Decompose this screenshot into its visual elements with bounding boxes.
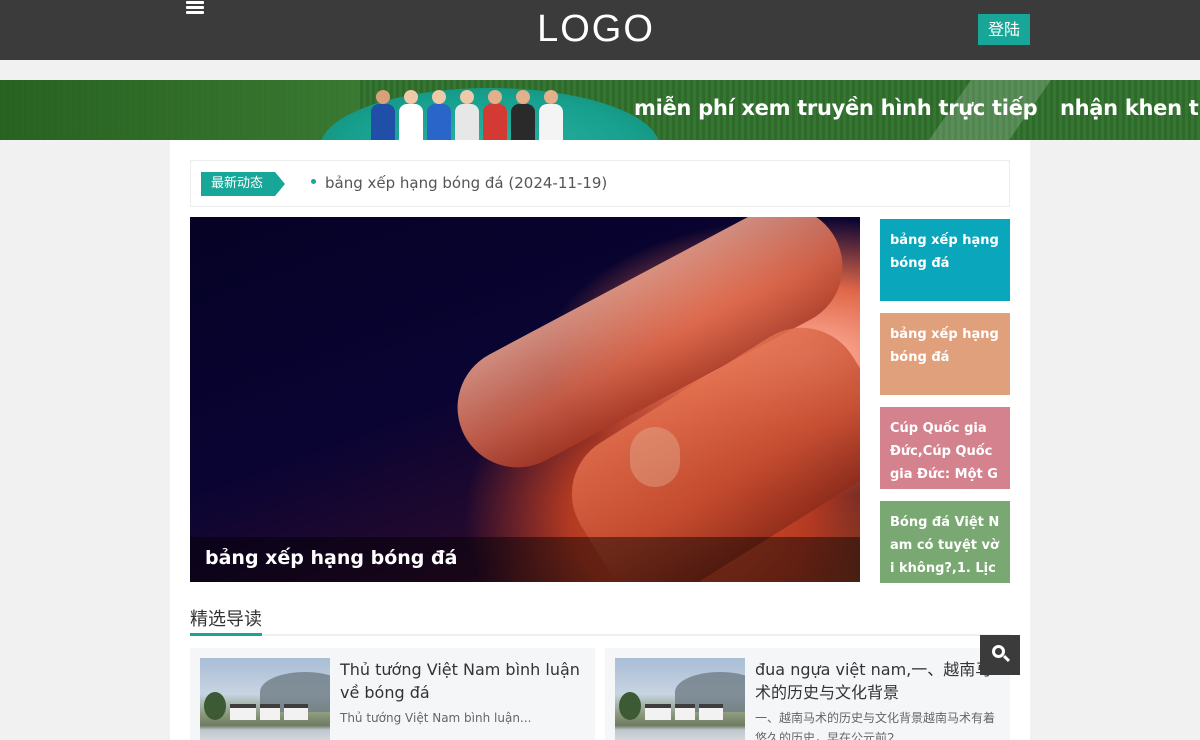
side-card-text[interactable]: Cúp Quốc gia Đức,Cúp Quốc gia Đức: Một G… <box>890 421 998 489</box>
hero-caption-bar: bảng xếp hạng bóng đá <box>190 537 860 582</box>
latest-news-text[interactable]: bảng xếp hạng bóng đá (2024-11-19) <box>325 174 607 192</box>
site-logo[interactable]: LOGO <box>530 6 662 52</box>
hero-title[interactable]: bảng xếp hạng bóng đá <box>205 547 457 569</box>
card-title[interactable]: Thủ tướng Việt Nam bình luận về bóng đá <box>340 658 585 704</box>
latest-news-tag: 最新动态 <box>201 172 285 196</box>
banner-headline-next: nhận khen th <box>1060 96 1200 120</box>
featured-card[interactable]: Thủ tướng Việt Nam bình luận về bóng đá … <box>190 648 595 740</box>
card-description: Thủ tướng Việt Nam bình luận... <box>340 711 532 725</box>
section-title-underline <box>190 633 262 636</box>
latest-news-bar: 最新动态 bảng xếp hạng bóng đá (2024-11-19) <box>190 160 1010 207</box>
card-description: 一、越南马术的历史与文化背景越南马术有着悠久的历史，早在公元前2... <box>755 711 996 740</box>
hamburger-menu-icon[interactable] <box>186 1 204 17</box>
side-card[interactable]: bảng xếp hạng bóng đá <box>880 219 1010 301</box>
hero-image-knuckle <box>630 427 680 487</box>
banner-turf <box>0 80 360 140</box>
side-card-text[interactable]: bảng xếp hạng bóng đá <box>890 327 999 365</box>
side-card[interactable]: bảng xếp hạng bóng đá <box>880 313 1010 395</box>
main-content: 最新动态 bảng xếp hạng bóng đá (2024-11-19) … <box>170 140 1030 740</box>
side-card-text[interactable]: bảng xếp hạng bóng đá <box>890 233 999 271</box>
banner-headline: miễn phí xem truyền hình trực tiếp <box>634 96 1038 120</box>
login-button[interactable]: 登陆 <box>978 14 1030 45</box>
side-card[interactable]: Cúp Quốc gia Đức,Cúp Quốc gia Đức: Một G… <box>880 407 1010 489</box>
hero-slide[interactable]: bảng xếp hạng bóng đá <box>190 217 860 582</box>
section-divider <box>190 634 1010 636</box>
top-header: LOGO 登陆 <box>0 0 1200 60</box>
banner-players-image <box>370 88 570 140</box>
card-thumbnail[interactable] <box>200 658 330 740</box>
promo-banner[interactable]: miễn phí xem truyền hình trực tiếp nhận … <box>0 80 1200 140</box>
side-card-text[interactable]: Bóng đá Việt Nam có tuyệt vời không?,1. … <box>890 515 999 583</box>
featured-section-title: 精选导读 <box>190 609 262 630</box>
card-thumbnail[interactable] <box>615 658 745 740</box>
card-title[interactable]: đua ngựa việt nam,一、越南马术的历史与文化背景 <box>755 658 1000 704</box>
latest-news-item[interactable]: bảng xếp hạng bóng đá (2024-11-19) <box>311 174 607 192</box>
bullet-dot-icon <box>311 179 316 184</box>
search-icon[interactable] <box>980 635 1020 675</box>
featured-card[interactable]: đua ngựa việt nam,一、越南马术的历史与文化背景 一、越南马术的… <box>605 648 1010 740</box>
side-card[interactable]: Bóng đá Việt Nam có tuyệt vời không?,1. … <box>880 501 1010 583</box>
